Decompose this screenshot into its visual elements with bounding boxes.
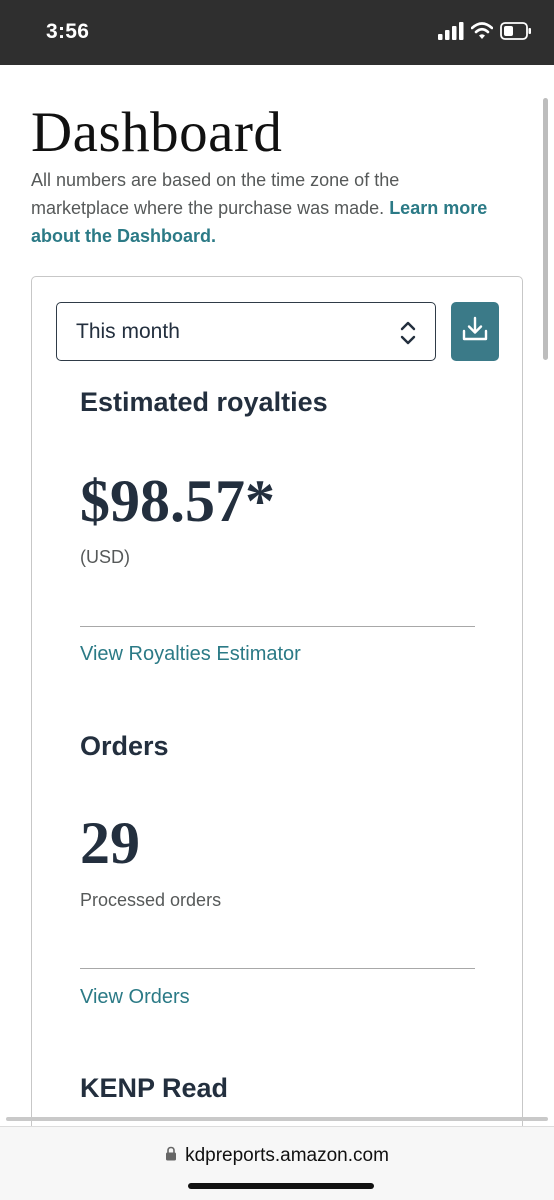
lock-icon [165,1146,177,1166]
period-select-value: This month [76,320,180,343]
intro-text: All numbers are based on the time zone o… [31,166,501,250]
royalties-estimator-link[interactable]: View Royalties Estimator [80,643,301,666]
home-indicator[interactable] [188,1183,374,1189]
address-bar[interactable]: kdpreports.amazon.com [0,1145,554,1167]
royalties-divider [80,626,475,627]
horizontal-scrollbar[interactable] [6,1117,548,1121]
battery-icon [500,21,532,45]
wifi-icon [470,21,494,45]
download-icon [462,316,488,347]
royalties-heading: Estimated royalties [80,387,328,417]
orders-divider [80,968,475,969]
kenp-heading: KENP Read [80,1073,229,1103]
royalties-currency: (USD) [80,547,130,567]
view-orders-link[interactable]: View Orders [80,986,190,1009]
url-text: kdpreports.amazon.com [185,1145,389,1166]
period-select[interactable]: This month [56,302,436,361]
dashboard-card: This month Estimated royalties $98.57* (… [31,276,523,1176]
browser-bottom-bar: kdpreports.amazon.com [0,1126,554,1200]
updown-icon [398,319,418,352]
orders-label: Processed orders [80,890,222,910]
orders-value: 29 [80,810,140,876]
scrollbar[interactable] [543,98,548,360]
status-bar: 3:56 [0,0,554,65]
status-icons [438,21,532,45]
status-time: 3:56 [46,20,90,43]
signal-icon [438,21,464,45]
orders-heading: Orders [80,731,169,761]
intro-description: All numbers are based on the time zone o… [31,170,400,218]
royalties-value: $98.57* [80,468,275,534]
download-button[interactable] [451,302,499,361]
page-title: Dashboard [31,101,283,164]
